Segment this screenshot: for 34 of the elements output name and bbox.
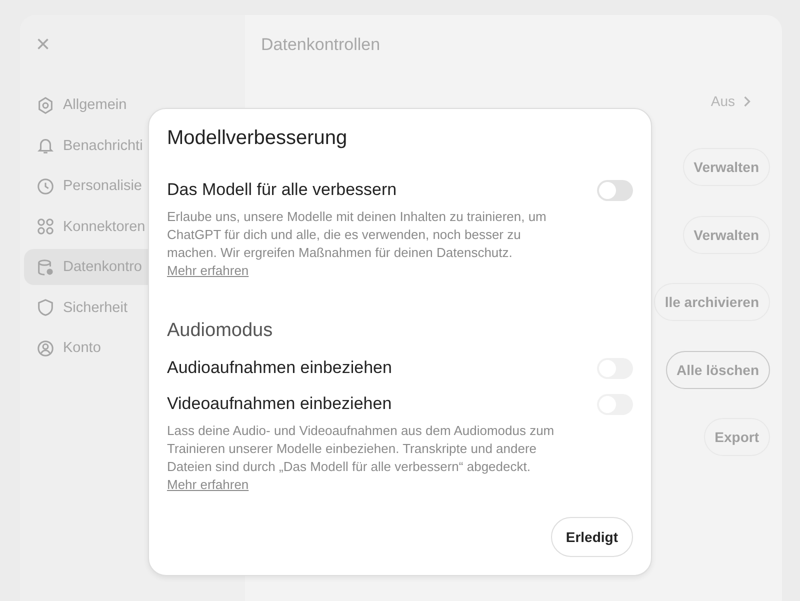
action-button[interactable]: Export xyxy=(704,418,770,456)
done-button[interactable]: Erledigt xyxy=(550,517,633,557)
chevron-right-icon xyxy=(743,94,752,108)
sidebar-item[interactable]: Allgemein xyxy=(24,87,148,123)
sidebar-item[interactable]: Benachrichti xyxy=(24,128,148,164)
sidebar-item[interactable]: Sicherheit xyxy=(24,290,148,326)
toggle-switch[interactable] xyxy=(597,180,633,200)
close-button[interactable]: × xyxy=(24,33,50,57)
nodes-icon xyxy=(36,217,55,236)
sidebar-item[interactable]: Personalisie xyxy=(24,168,148,204)
setting-description: Erlaube uns, unsere Modelle mit deinen Inhalten zu trainieren, um ChatGPT für dich und alle, die es verwenden, noch besser zu machen. Wir ergreifen Maßnahmen für deinen Datenschutz. Mehr erfahren xyxy=(167,208,548,280)
section-heading: Audiomodus xyxy=(167,320,274,342)
shield-icon xyxy=(36,298,55,317)
setting-label: Audioaufnahmen einbeziehen xyxy=(167,358,392,378)
action-button[interactable]: lle archivieren xyxy=(654,283,770,321)
setting-label: Videoaufnahmen einbeziehen xyxy=(167,394,392,414)
sidebar-item[interactable]: Konto xyxy=(24,330,148,366)
bell-icon xyxy=(36,136,55,155)
setting-description: Lass deine Audio- und Videoaufnahmen aus dem Audiomodus zum Trainieren unserer Modelle einbeziehen. Transkripte und andere Dateien sind durch „Das Modell für alle verbessern“ abgedeckt. Mehr erfahren xyxy=(167,422,556,494)
page-title: Datenkontrollen xyxy=(261,35,382,55)
dialog-title: Modellverbesserung xyxy=(167,127,348,150)
database-icon xyxy=(36,258,55,276)
learn-more-link[interactable]: Mehr erfahren xyxy=(167,477,249,492)
sidebar-item[interactable]: Datenkontro xyxy=(24,249,148,285)
action-button[interactable]: Alle löschen xyxy=(666,350,770,388)
action-button[interactable]: Verwalten xyxy=(682,148,770,186)
action-button[interactable]: Verwalten xyxy=(682,216,770,254)
user-icon xyxy=(36,338,55,358)
sidebar-item[interactable]: Konnektoren xyxy=(24,208,148,244)
gear-icon xyxy=(36,96,55,114)
setting-value-link[interactable]: Aus xyxy=(710,93,770,109)
learn-more-link[interactable]: Mehr erfahren xyxy=(167,263,249,278)
clock-icon xyxy=(36,176,55,196)
setting-label: Das Modell für alle verbessern xyxy=(167,180,397,200)
